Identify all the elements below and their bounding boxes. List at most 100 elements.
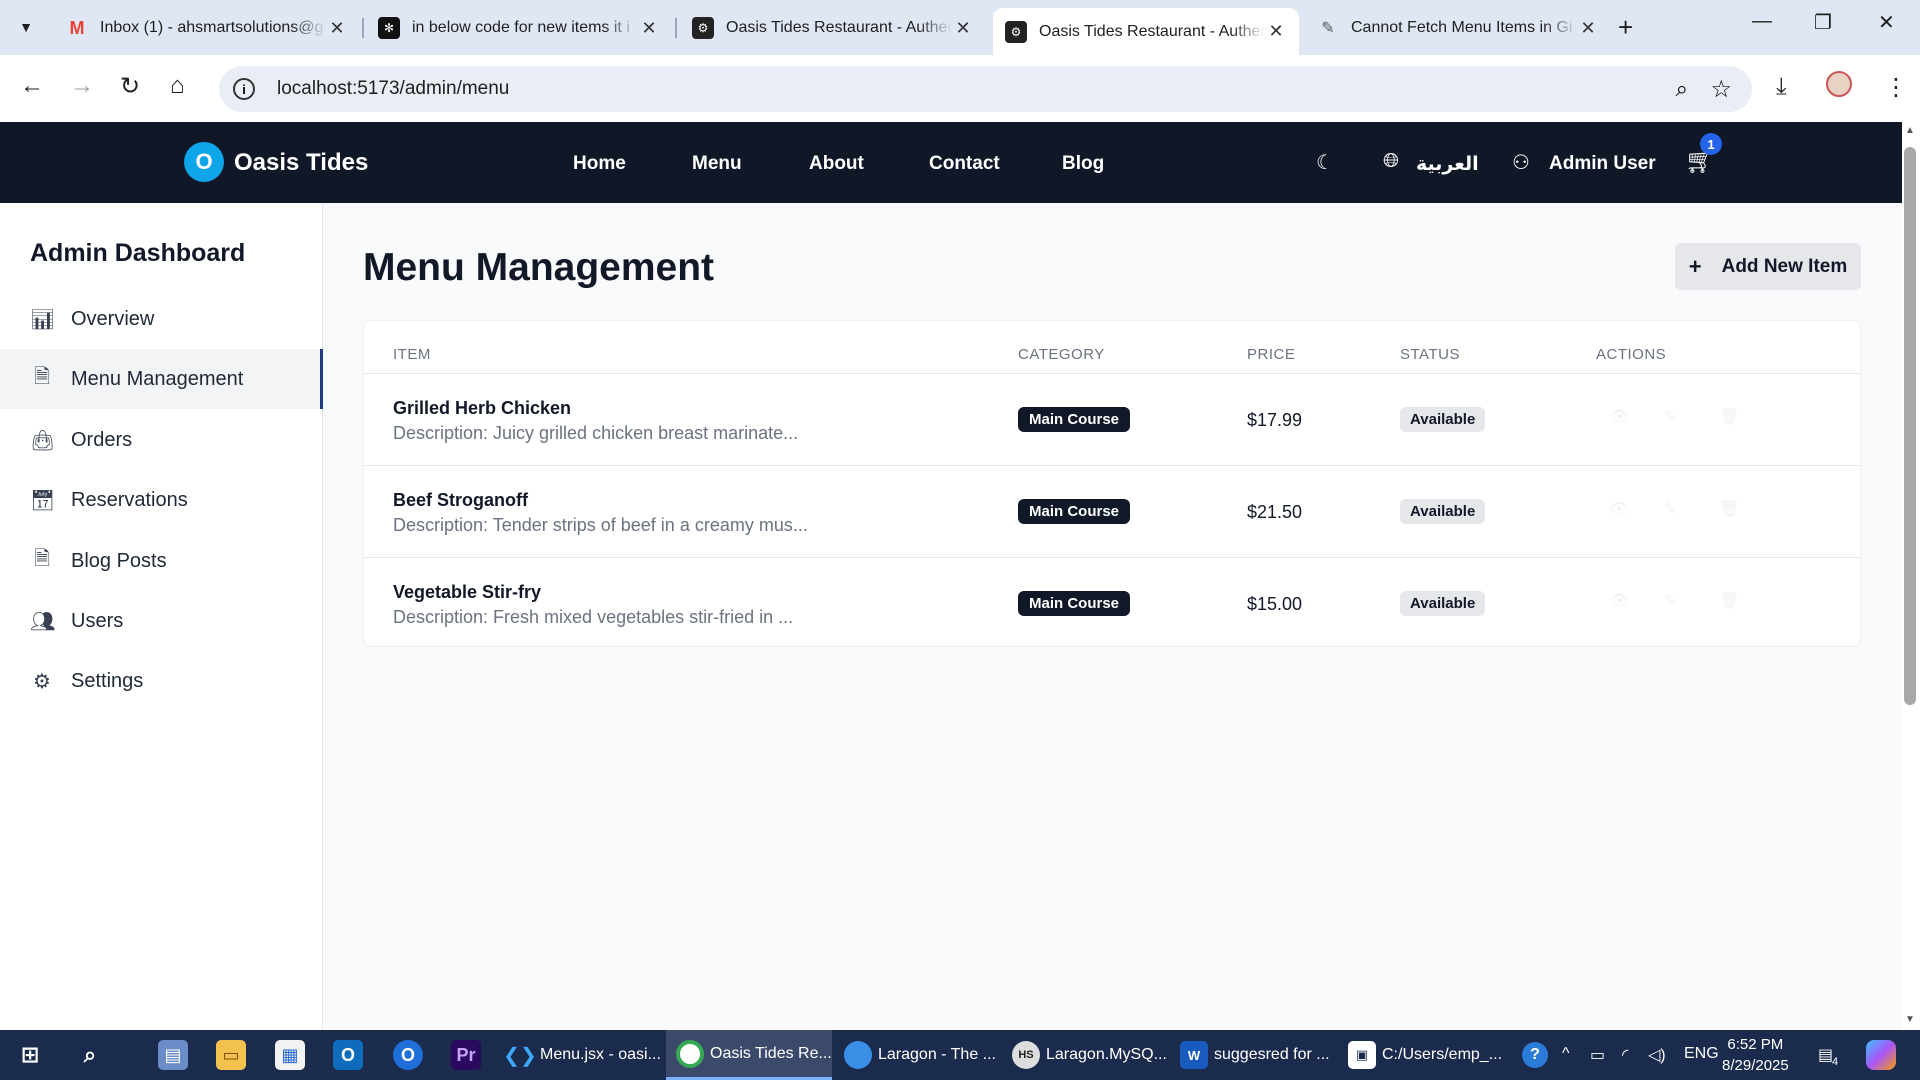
nav-contact[interactable]: Contact: [929, 153, 1000, 175]
user-name[interactable]: Admin User: [1549, 153, 1656, 175]
trash-icon[interactable]: 🗑︎: [1719, 591, 1739, 611]
taskbar-app-word[interactable]: W suggesred for ...: [1170, 1030, 1336, 1080]
trash-icon[interactable]: 🗑︎: [1719, 499, 1739, 519]
claude-icon: ✎: [1321, 20, 1335, 37]
address-bar[interactable]: i localhost:5173/admin/menu ⌕ ☆: [219, 66, 1752, 112]
reload-icon[interactable]: ↻: [120, 72, 140, 101]
sidebar-item-reservations[interactable]: 📅︎ Reservations: [0, 470, 323, 530]
bookmark-star-icon[interactable]: ☆: [1710, 75, 1732, 104]
scroll-down-icon[interactable]: ▼: [1905, 1014, 1915, 1025]
volume-icon[interactable]: ◁): [1648, 1045, 1666, 1065]
url-text[interactable]: localhost:5173/admin/menu: [277, 78, 509, 100]
close-icon[interactable]: ✕: [638, 18, 660, 39]
sidebar-item-settings[interactable]: ⚙ Settings: [0, 651, 323, 711]
edit-icon[interactable]: ✎: [1664, 407, 1677, 427]
logo-icon[interactable]: O: [184, 142, 224, 182]
sidebar-item-menu-management[interactable]: 🗎 Menu Management: [0, 349, 323, 409]
site-info-icon[interactable]: i: [233, 78, 255, 100]
browser-toolbar: ← → ↻ ⌂ i localhost:5173/admin/menu ⌕ ☆ …: [0, 55, 1920, 122]
brand-name[interactable]: Oasis Tides: [234, 149, 368, 177]
profile-avatar[interactable]: [1826, 71, 1852, 97]
taskbar-app-chrome[interactable]: Oasis Tides Re...: [666, 1030, 832, 1080]
calendar-icon: 📅︎: [30, 489, 56, 512]
browser-tab[interactable]: M Inbox (1) - ahsmartsolutions@g ✕: [54, 8, 360, 48]
edit-icon[interactable]: ✎: [1664, 591, 1677, 611]
view-icon[interactable]: 👁︎: [1609, 407, 1629, 427]
column-header-item: ITEM: [393, 346, 431, 363]
admin-sidebar: Admin Dashboard 📊︎ Overview 🗎 Menu Manag…: [0, 203, 323, 1030]
zoom-icon[interactable]: ⌕: [1676, 76, 1688, 102]
sidebar-item-label: Users: [71, 609, 124, 632]
taskbar-app-label: Laragon - The ...: [878, 1046, 996, 1063]
widgets-icon[interactable]: ▤: [158, 1040, 188, 1070]
file-explorer-icon[interactable]: ▭: [216, 1040, 246, 1070]
menu-table: ITEM CATEGORY PRICE STATUS ACTIONS Grill…: [363, 320, 1861, 647]
view-icon[interactable]: 👁︎: [1609, 499, 1629, 519]
windows-start-icon[interactable]: ⊞: [15, 1040, 45, 1070]
clock[interactable]: 6:52 PM 8/29/2025: [1722, 1034, 1789, 1076]
language-indicator[interactable]: ENG: [1684, 1045, 1719, 1063]
chatgpt-icon: ✻: [378, 17, 400, 39]
taskbar-app-label: Laragon.MySQ...: [1046, 1046, 1167, 1063]
home-icon[interactable]: ⌂: [170, 72, 185, 100]
nav-home[interactable]: Home: [573, 153, 626, 175]
status-badge: Available: [1400, 407, 1486, 432]
forward-icon[interactable]: →: [70, 72, 94, 100]
trash-icon[interactable]: 🗑︎: [1719, 407, 1739, 427]
scrollbar-thumb[interactable]: [1904, 147, 1916, 705]
tab-search-button[interactable]: ▼: [10, 11, 42, 43]
sidebar-item-orders[interactable]: 👜︎ Orders: [0, 410, 323, 470]
browser-tab[interactable]: ✻ in below code for new items it i ✕: [366, 8, 672, 48]
store-icon[interactable]: ▦: [275, 1040, 305, 1070]
category-badge: Main Course: [1018, 591, 1131, 616]
minimize-icon[interactable]: —: [1752, 10, 1772, 33]
close-icon[interactable]: ✕: [1265, 21, 1287, 42]
sidebar-item-label: Menu Management: [71, 367, 244, 390]
browser-tab-active[interactable]: ⚙ Oasis Tides Restaurant - Authen ✕: [993, 8, 1299, 55]
chevron-up-icon[interactable]: ^: [1562, 1045, 1570, 1063]
taskbar-app-heidisql[interactable]: HS Laragon.MySQ...: [1002, 1030, 1168, 1080]
view-icon[interactable]: 👁︎: [1609, 591, 1629, 611]
nav-menu[interactable]: Menu: [692, 153, 742, 175]
sidebar-item-overview[interactable]: 📊︎ Overview: [0, 289, 323, 349]
sidebar-item-blog-posts[interactable]: 🗎 Blog Posts: [0, 531, 323, 591]
sidebar-item-label: Orders: [71, 428, 133, 451]
more-menu-icon[interactable]: ⋮: [1884, 73, 1908, 102]
nav-about[interactable]: About: [809, 153, 864, 175]
column-header-actions: ACTIONS: [1596, 346, 1667, 363]
table-row: Vegetable Stir-fry Description: Fresh mi…: [364, 558, 1860, 650]
search-icon[interactable]: ⌕: [75, 1040, 105, 1070]
close-icon[interactable]: ✕: [326, 18, 348, 39]
moon-icon[interactable]: ☾: [1316, 150, 1334, 175]
taskbar-app-laragon[interactable]: Laragon - The ...: [834, 1030, 1000, 1080]
close-window-icon[interactable]: ✕: [1878, 10, 1895, 35]
wifi-icon[interactable]: ◜: [1622, 1045, 1628, 1065]
scroll-up-icon[interactable]: ▲: [1905, 125, 1915, 136]
outlook-new-icon[interactable]: O: [393, 1040, 423, 1070]
close-icon[interactable]: ✕: [1577, 18, 1599, 39]
premiere-icon[interactable]: Pr: [451, 1040, 481, 1070]
taskbar-app-terminal[interactable]: ▣ C:/Users/emp_...: [1338, 1030, 1504, 1080]
edit-icon[interactable]: ✎: [1664, 499, 1677, 519]
add-new-item-button[interactable]: + Add New Item: [1675, 243, 1861, 290]
help-icon[interactable]: ?: [1522, 1042, 1548, 1068]
browser-tab[interactable]: ✎ Cannot Fetch Menu Items in Gi ✕: [1305, 8, 1611, 48]
taskbar-app-vscode[interactable]: ❮❯ Menu.jsx - oasi...: [496, 1030, 664, 1080]
battery-icon[interactable]: ▭: [1590, 1045, 1605, 1065]
browser-tab[interactable]: ⚙ Oasis Tides Restaurant - Authen ✕: [680, 8, 986, 48]
gear-icon: ⚙: [33, 670, 51, 693]
restore-icon[interactable]: ❐: [1814, 10, 1832, 35]
sidebar-item-users[interactable]: 👥︎ Users: [0, 591, 323, 651]
copilot-icon[interactable]: [1866, 1040, 1896, 1070]
language-switch[interactable]: العربية: [1416, 153, 1479, 176]
browser-tab-strip: ▼ M Inbox (1) - ahsmartsolutions@g ✕ ✻ i…: [0, 0, 1920, 55]
tab-separator: [362, 18, 364, 38]
download-icon[interactable]: ⤓: [1776, 73, 1787, 101]
close-icon[interactable]: ✕: [952, 18, 974, 39]
globe-icon[interactable]: 🌐︎: [1383, 150, 1399, 173]
back-icon[interactable]: ←: [20, 72, 44, 100]
new-tab-button[interactable]: +: [1618, 12, 1633, 43]
nav-blog[interactable]: Blog: [1062, 153, 1104, 175]
outlook-icon[interactable]: O: [333, 1040, 363, 1070]
notification-icon[interactable]: ▤: [1818, 1045, 1833, 1065]
